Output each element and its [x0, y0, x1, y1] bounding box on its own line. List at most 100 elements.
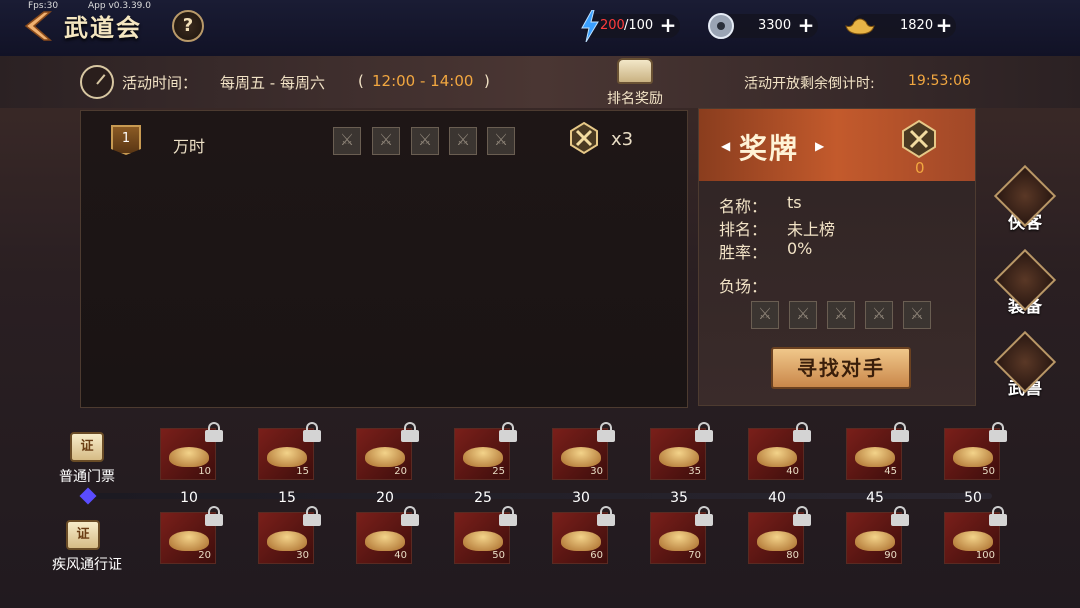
reward-item[interactable]: 45	[846, 422, 909, 480]
reward-amount: 20	[198, 550, 211, 561]
ranking-row[interactable]: 1 万时 ⚔ ⚔ ⚔ ⚔ ⚔ x3	[81, 111, 687, 167]
crossed-swords-icon: ⚔	[751, 301, 779, 329]
gold-ingot-icon	[855, 447, 895, 467]
gold-ingot-icon	[953, 447, 993, 467]
reward-item[interactable]: 100	[944, 506, 1007, 564]
prev-arrow-icon[interactable]: ◀	[721, 139, 730, 153]
reward-item[interactable]: 25	[454, 422, 517, 480]
lock-icon	[596, 422, 616, 442]
reward-item[interactable]: 30	[552, 422, 615, 480]
reward-item[interactable]: 70	[650, 506, 713, 564]
name-value: ts	[787, 193, 802, 212]
stamina-counter: 200 /100 +	[581, 10, 680, 42]
reward-amount: 30	[590, 466, 603, 477]
gold-ingot-icon	[169, 447, 209, 467]
crossed-swords-icon: ⚔	[865, 301, 893, 329]
reward-item[interactable]: 50	[454, 506, 517, 564]
reward-amount: 25	[492, 466, 505, 477]
rank-badge: 1	[111, 125, 141, 155]
reward-item[interactable]: 10	[160, 422, 223, 480]
reward-item[interactable]: 35	[650, 422, 713, 480]
reward-item[interactable]: 20	[356, 422, 419, 480]
countdown-label: 活动开放剩余倒计时:	[744, 76, 875, 92]
crossed-swords-icon: ⚔	[903, 301, 931, 329]
next-arrow-icon[interactable]: ▶	[815, 139, 824, 153]
gold-add-button[interactable]: +	[934, 15, 954, 36]
equipment-button[interactable]: 装备	[993, 248, 1057, 328]
silver-coin-icon	[708, 13, 734, 39]
gold-ingot-icon	[365, 531, 405, 551]
normal-ticket-label: 普通门票	[59, 469, 115, 485]
gold-ingot-icon	[169, 531, 209, 551]
rank-value: 未上榜	[787, 220, 836, 239]
gold-ingot-icon	[365, 447, 405, 467]
progress-track	[92, 493, 992, 499]
reward-item[interactable]: 20	[160, 506, 223, 564]
ticket-icon: 证	[66, 520, 100, 550]
pass-ticket: 证 疾风通行证	[52, 520, 122, 573]
silver-add-button[interactable]: +	[796, 15, 816, 36]
lock-icon	[302, 506, 322, 526]
help-button[interactable]: ?	[172, 10, 204, 42]
lock-icon	[988, 422, 1008, 442]
stamina-add-button[interactable]: +	[658, 15, 678, 36]
reward-amount: 70	[688, 550, 701, 561]
reward-item[interactable]: 80	[748, 506, 811, 564]
lock-icon	[302, 422, 322, 442]
gold-ingot-icon	[757, 531, 797, 551]
reward-amount: 40	[786, 466, 799, 477]
reward-item[interactable]: 90	[846, 506, 909, 564]
medal-icon	[570, 121, 598, 155]
progress-tick-label: 50	[964, 490, 982, 506]
lock-icon	[792, 422, 812, 442]
reward-item[interactable]: 40	[356, 506, 419, 564]
beast-button[interactable]: 武兽	[993, 330, 1057, 410]
activity-paren-open: (	[358, 72, 364, 90]
reward-amount: 50	[982, 466, 995, 477]
reward-amount: 30	[296, 550, 309, 561]
gold-ingot-icon	[757, 447, 797, 467]
gold-ingot-icon	[855, 531, 895, 551]
reward-amount: 100	[975, 550, 995, 561]
reward-amount: 10	[198, 466, 211, 477]
gold-counter: 1820 +	[845, 14, 956, 38]
reward-amount: 60	[590, 550, 603, 561]
find-opponent-button[interactable]: 寻找对手	[771, 347, 911, 389]
progress-tick-label: 20	[376, 490, 394, 506]
rank-label: 排名：	[719, 220, 768, 239]
winrate-label: 胜率：	[719, 243, 768, 262]
reward-amount: 50	[492, 550, 505, 561]
lock-icon	[988, 506, 1008, 526]
gold-ingot-icon	[267, 447, 307, 467]
clock-icon	[80, 65, 114, 99]
reward-item[interactable]: 15	[258, 422, 321, 480]
crossed-swords-icon: ⚔	[487, 127, 515, 155]
chest-icon	[617, 58, 653, 84]
reward-item[interactable]: 40	[748, 422, 811, 480]
gold-ingot-icon	[845, 18, 875, 35]
reward-item[interactable]: 30	[258, 506, 321, 564]
crossed-swords-icon: ⚔	[827, 301, 855, 329]
medal-title: 奖牌	[739, 132, 800, 165]
progress-tick-label: 25	[474, 490, 492, 506]
lock-icon	[792, 506, 812, 526]
main-panel: 活动时间： 每周五 - 每周六 ( 12:00 - 14:00 ) 排名奖励 活…	[0, 56, 1080, 608]
crossed-swords-icon: ⚔	[449, 127, 477, 155]
lock-icon	[498, 422, 518, 442]
medal-header: ◀ 奖牌 ▶ 0	[699, 109, 975, 181]
progress-tick-label: 10	[180, 490, 198, 506]
activity-paren-close: )	[484, 72, 490, 90]
top-bar: Fps:30 App v0.3.39.0 武道会 ? 200 /100 + 33…	[0, 0, 1080, 56]
progress-tick-label: 45	[866, 490, 884, 506]
hero-button[interactable]: 侠客	[993, 164, 1057, 244]
stamina-current: 200	[600, 18, 625, 33]
back-button[interactable]	[20, 10, 56, 42]
progress-tick-label: 15	[278, 490, 296, 506]
lock-icon	[204, 422, 224, 442]
ranking-list[interactable]: 1 万时 ⚔ ⚔ ⚔ ⚔ ⚔ x3	[80, 110, 688, 408]
progress-tick-label: 30	[572, 490, 590, 506]
crossed-swords-icon: ⚔	[411, 127, 439, 155]
reward-item[interactable]: 50	[944, 422, 1007, 480]
rank-reward-button[interactable]: 排名奖励	[598, 58, 672, 108]
reward-item[interactable]: 60	[552, 506, 615, 564]
